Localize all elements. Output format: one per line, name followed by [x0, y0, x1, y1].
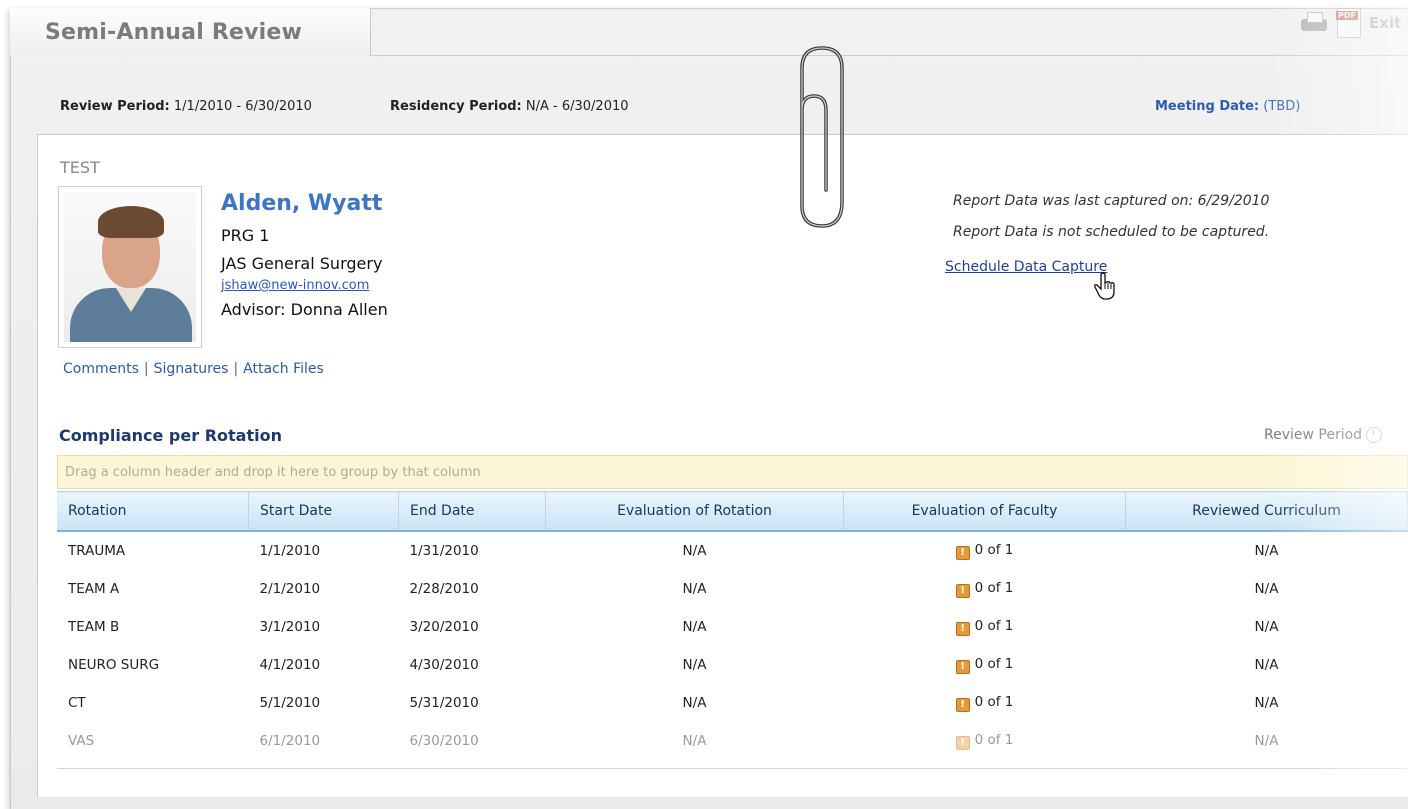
tab-divider	[370, 55, 1408, 56]
start-date-cell: 6/1/2010	[259, 733, 321, 749]
end-date-cell: 4/30/2010	[409, 657, 479, 673]
grid-bottom-border	[57, 768, 1408, 769]
faculty-eval-count: 0 of 1	[974, 694, 1014, 710]
evaluation-of-faculty-cell: ! 0 of 1	[844, 570, 1126, 608]
warning-icon: !	[955, 546, 970, 560]
resident-photo	[58, 186, 202, 348]
reviewed-curriculum-cell: N/A	[1254, 657, 1279, 673]
end-date-cell: 5/31/2010	[409, 695, 479, 711]
end-date-cell: 1/31/2010	[409, 543, 479, 559]
review-period-filter-label: Review Period	[1264, 427, 1363, 443]
program-label: TEST	[60, 158, 100, 177]
signatures-link[interactable]: Signatures	[154, 361, 229, 377]
clock-icon	[1366, 427, 1383, 443]
evaluation-of-faculty-cell: ! 0 of 1	[844, 684, 1126, 722]
column-header-end-date[interactable]: End Date	[398, 491, 546, 532]
start-date-cell: 1/1/2010	[259, 543, 321, 559]
warning-icon: !	[955, 736, 970, 750]
last-captured-text: Report Data was last captured on: 6/29/2…	[953, 193, 1270, 209]
resident-advisor: Advisor: Donna Allen	[221, 300, 388, 319]
reviewed-curriculum-cell: N/A	[1254, 581, 1279, 597]
rotation-cell: CT	[68, 695, 86, 711]
meeting-date-value: (TBD)	[1263, 99, 1301, 114]
column-header-start-date[interactable]: Start Date	[248, 491, 399, 532]
table-row[interactable]: NEURO SURG 4/1/2010 4/30/2010 N/A ! 0 of …	[57, 646, 1408, 684]
column-header-reviewed-curriculum[interactable]: Reviewed Curriculum	[1125, 491, 1408, 532]
column-header-evaluation-of-faculty[interactable]: Evaluation of Faculty	[843, 491, 1126, 532]
rotation-cell: TEAM B	[68, 619, 120, 635]
review-period-filter[interactable]: Review Period	[1264, 427, 1383, 443]
meeting-date-info: Meeting Date: (TBD)	[1155, 99, 1300, 114]
residency-period-label: Residency Period:	[390, 99, 522, 114]
reviewed-curriculum-cell: N/A	[1254, 619, 1279, 635]
exit-button[interactable]: Exit R	[1369, 14, 1408, 32]
top-toolbar: PDF Exit R	[1299, 8, 1408, 38]
evaluation-of-rotation-cell: N/A	[682, 619, 707, 635]
reviewed-curriculum-cell: N/A	[1254, 695, 1279, 711]
hand-cursor-icon	[1094, 272, 1115, 300]
evaluation-of-rotation-cell: N/A	[682, 733, 707, 749]
table-row[interactable]: TEAM A 2/1/2010 2/28/2010 N/A ! 0 of 1 N/…	[57, 570, 1408, 608]
table-row[interactable]: TEAM B 3/1/2010 3/20/2010 N/A ! 0 of 1 N/…	[57, 608, 1408, 646]
warning-icon: !	[955, 698, 970, 712]
rotation-cell: VAS	[68, 733, 95, 749]
column-header-evaluation-of-rotation[interactable]: Evaluation of Rotation	[545, 491, 844, 532]
end-date-cell: 2/28/2010	[409, 581, 479, 597]
faculty-eval-count: 0 of 1	[974, 656, 1014, 672]
start-date-cell: 3/1/2010	[259, 619, 321, 635]
table-row[interactable]: TRAUMA 1/1/2010 1/31/2010 N/A ! 0 of 1 N/…	[57, 531, 1408, 570]
reviewed-curriculum-cell: N/A	[1254, 733, 1279, 749]
review-period-value: 1/1/2010 - 6/30/2010	[173, 99, 312, 114]
faculty-eval-count: 0 of 1	[974, 542, 1014, 558]
evaluation-of-faculty-cell: ! 0 of 1	[844, 646, 1126, 684]
printer-icon[interactable]	[1299, 11, 1329, 35]
compliance-grid: Rotation Start Date End Date Evaluation …	[57, 491, 1408, 760]
table-row[interactable]: VAS 6/1/2010 6/30/2010 N/A ! 0 of 1 N/A	[57, 722, 1408, 760]
start-date-cell: 2/1/2010	[259, 581, 321, 597]
review-period-info: Review Period: 1/1/2010 - 6/30/2010	[60, 99, 312, 114]
residency-period-info: Residency Period: N/A - 6/30/2010	[390, 99, 629, 114]
start-date-cell: 4/1/2010	[259, 657, 321, 673]
pdf-icon[interactable]: PDF	[1335, 8, 1361, 38]
meeting-date-label: Meeting Date:	[1155, 99, 1260, 114]
comments-link[interactable]: Comments	[63, 361, 139, 377]
end-date-cell: 6/30/2010	[409, 733, 479, 749]
warning-icon: !	[955, 660, 970, 674]
rotation-cell: TRAUMA	[68, 543, 126, 559]
faculty-eval-count: 0 of 1	[974, 618, 1014, 634]
end-date-cell: 3/20/2010	[409, 619, 479, 635]
attach-files-link[interactable]: Attach Files	[243, 361, 324, 377]
paperclip-icon	[800, 46, 844, 228]
review-period-label: Review Period:	[60, 99, 170, 114]
resident-level: PRG 1	[221, 226, 270, 245]
residency-period-value: N/A - 6/30/2010	[525, 99, 629, 114]
evaluation-of-faculty-cell: ! 0 of 1	[844, 608, 1126, 646]
compliance-section-title: Compliance per Rotation	[59, 426, 282, 445]
warning-icon: !	[955, 622, 970, 636]
resident-name: Alden, Wyatt	[221, 191, 383, 216]
tab-title: Semi-Annual Review	[45, 20, 303, 45]
faculty-eval-count: 0 of 1	[974, 732, 1014, 748]
reviewed-curriculum-cell: N/A	[1254, 543, 1279, 559]
faculty-eval-count: 0 of 1	[974, 580, 1014, 596]
evaluation-of-rotation-cell: N/A	[682, 543, 707, 559]
capture-schedule-status: Report Data is not scheduled to be captu…	[953, 224, 1270, 240]
evaluation-of-rotation-cell: N/A	[682, 657, 707, 673]
evaluation-of-rotation-cell: N/A	[682, 581, 707, 597]
group-by-drop-zone[interactable]: Drag a column header and drop it here to…	[57, 455, 1408, 489]
warning-icon: !	[955, 584, 970, 598]
evaluation-of-faculty-cell: ! 0 of 1	[844, 722, 1126, 760]
rotation-cell: NEURO SURG	[68, 657, 160, 673]
resident-email-link[interactable]: jshaw@new-innov.com	[221, 278, 369, 293]
profile-links: Comments | Signatures | Attach Files	[63, 361, 324, 377]
column-header-rotation[interactable]: Rotation	[57, 491, 249, 532]
evaluation-of-rotation-cell: N/A	[682, 695, 707, 711]
table-row[interactable]: CT 5/1/2010 5/31/2010 N/A ! 0 of 1 N/A	[57, 684, 1408, 722]
start-date-cell: 5/1/2010	[259, 695, 321, 711]
schedule-data-capture-link[interactable]: Schedule Data Capture	[945, 259, 1107, 275]
rotation-cell: TEAM A	[68, 581, 120, 597]
evaluation-of-faculty-cell: ! 0 of 1	[844, 531, 1126, 570]
resident-department: JAS General Surgery	[221, 254, 383, 273]
